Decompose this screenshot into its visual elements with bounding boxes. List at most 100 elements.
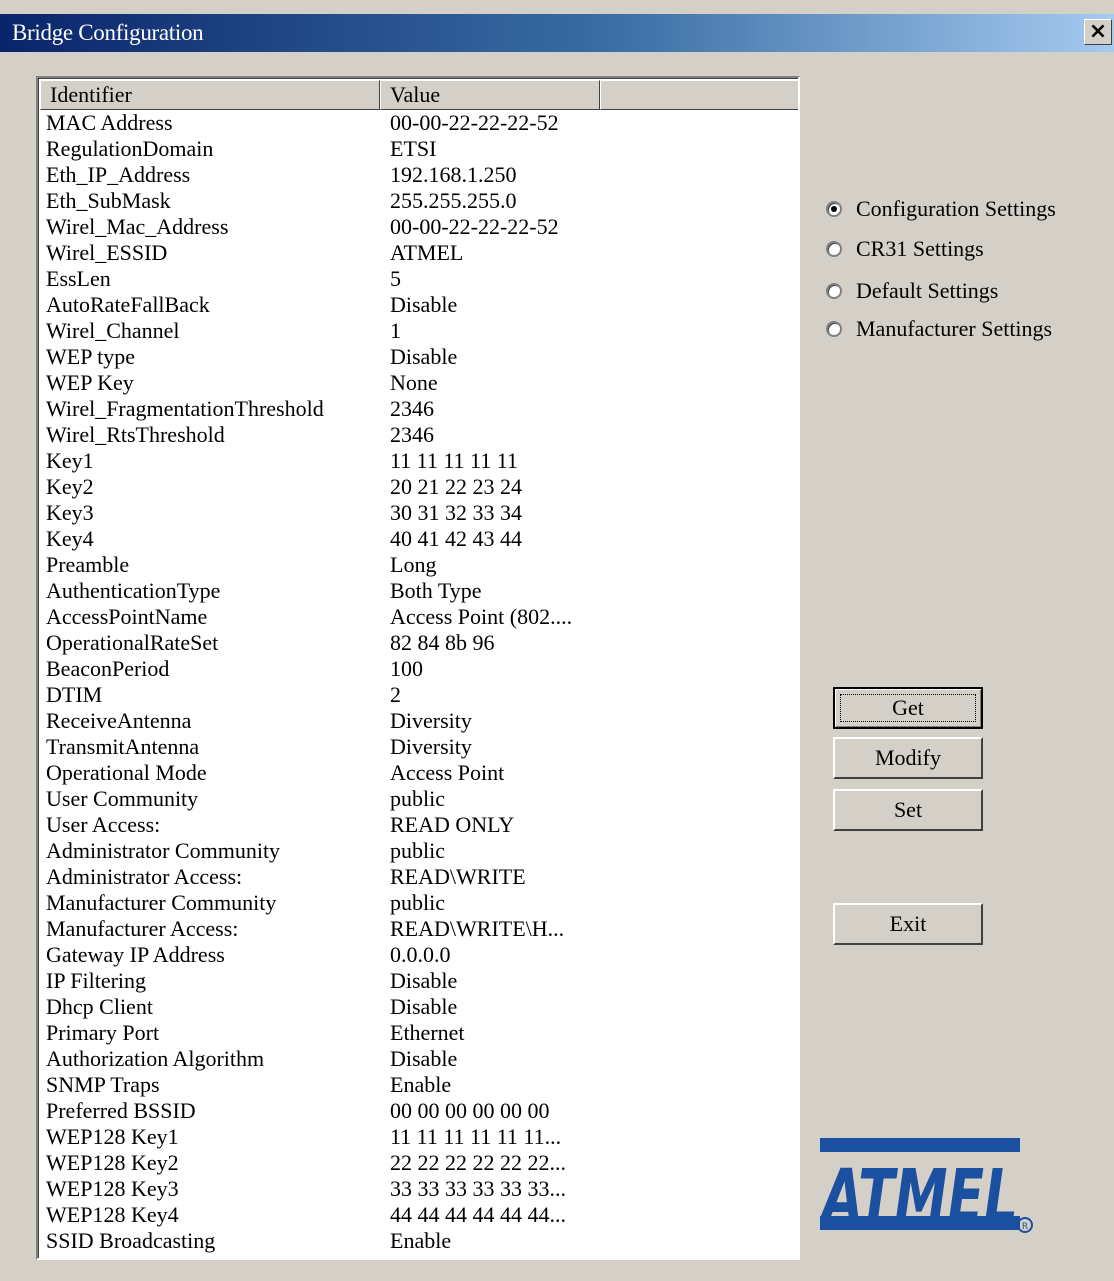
list-item-value: public: [390, 890, 445, 915]
radio-cr31-settings[interactable]: CR31 Settings: [826, 236, 984, 262]
list-item[interactable]: WEP128 Key2 22 22 22 22 22 22...: [38, 1150, 798, 1176]
list-item[interactable]: WEP128 Key3 33 33 33 33 33 33...: [38, 1176, 798, 1202]
list-item-identifier: User Access:: [46, 812, 161, 837]
list-item-identifier: Gateway IP Address: [46, 942, 225, 967]
get-button[interactable]: Get: [833, 687, 983, 729]
list-item[interactable]: Operational Mode Access Point: [38, 760, 798, 786]
list-item-value: public: [390, 838, 445, 863]
radio-default-settings[interactable]: Default Settings: [826, 278, 998, 304]
list-item[interactable]: OperationalRateSet 82 84 8b 96: [38, 630, 798, 656]
list-item-value: 00-00-22-22-22-52: [390, 214, 559, 239]
list-item-identifier: TransmitAntenna: [46, 734, 200, 759]
list-item-value: Disable: [390, 344, 458, 369]
title-bar[interactable]: Bridge Configuration ×: [0, 14, 1114, 52]
list-item-value: 33 33 33 33 33 33...: [390, 1176, 566, 1201]
list-item[interactable]: ReceiveAntenna Diversity: [38, 708, 798, 734]
list-item[interactable]: Primary Port Ethernet: [38, 1020, 798, 1046]
radio-button-icon: [826, 321, 842, 337]
set-button[interactable]: Set: [833, 789, 983, 831]
list-item[interactable]: Key1 11 11 11 11 11: [38, 448, 798, 474]
list-item-identifier: Wirel_Channel: [46, 318, 180, 343]
list-item-value: Disable: [390, 994, 458, 1019]
list-item-identifier: Key4: [46, 526, 94, 551]
list-item[interactable]: Wirel_RtsThreshold 2346: [38, 422, 798, 448]
list-item[interactable]: Authorization Algorithm Disable: [38, 1046, 798, 1072]
list-item[interactable]: AuthenticationType Both Type: [38, 578, 798, 604]
list-item[interactable]: EssLen 5: [38, 266, 798, 292]
close-button[interactable]: ×: [1084, 19, 1112, 45]
list-item[interactable]: MAC Address 00-00-22-22-22-52: [38, 110, 798, 136]
list-item[interactable]: Wirel_FragmentationThreshold 2346: [38, 396, 798, 422]
list-item[interactable]: Wirel_Channel 1: [38, 318, 798, 344]
list-item-identifier: BeaconPeriod: [46, 656, 170, 681]
list-item[interactable]: Preferred BSSID 00 00 00 00 00 00: [38, 1098, 798, 1124]
list-item[interactable]: SSID Broadcasting Enable: [38, 1228, 798, 1254]
list-item[interactable]: RegulationDomain ETSI: [38, 136, 798, 162]
list-item-identifier: DTIM: [46, 682, 103, 707]
list-item-value: READ\WRITE\H...: [390, 916, 565, 941]
list-item[interactable]: Key2 20 21 22 23 24: [38, 474, 798, 500]
list-item[interactable]: Preamble Long: [38, 552, 798, 578]
list-item-identifier: WEP128 Key4: [46, 1202, 179, 1227]
list-item-value: 11 11 11 11 11 11...: [390, 1124, 562, 1149]
radio-configuration-settings[interactable]: Configuration Settings: [826, 196, 1056, 222]
exit-button-label: Exit: [889, 911, 927, 936]
list-item-value: 40 41 42 43 44: [390, 526, 522, 551]
list-item[interactable]: Administrator Community public: [38, 838, 798, 864]
list-item-identifier: Preamble: [46, 552, 130, 577]
radio-manufacturer-settings[interactable]: Manufacturer Settings: [826, 316, 1052, 342]
list-item-value: READ\WRITE: [390, 864, 526, 889]
list-item-identifier: Wirel_ESSID: [46, 240, 168, 265]
list-item-value: Ethernet: [390, 1020, 465, 1045]
radio-label: Default Settings: [856, 278, 999, 303]
list-item-value: 255.255.255.0: [390, 188, 517, 213]
radio-label: CR31 Settings: [856, 236, 984, 261]
list-item[interactable]: Manufacturer Access: READ\WRITE\H...: [38, 916, 798, 942]
list-item-value: 0.0.0.0: [390, 942, 451, 967]
column-header-value[interactable]: Value: [380, 80, 600, 110]
list-item[interactable]: Eth_SubMask 255.255.255.0: [38, 188, 798, 214]
list-item[interactable]: AccessPointName Access Point (802....: [38, 604, 798, 630]
list-item-value: 22 22 22 22 22 22...: [390, 1150, 566, 1175]
configuration-list[interactable]: Identifier Value MAC Address 00-00-22-22-…: [36, 76, 800, 1260]
list-item-value: 11 11 11 11 11: [390, 448, 518, 473]
list-item-identifier: Eth_IP_Address: [46, 162, 191, 187]
modify-button-label: Modify: [875, 745, 941, 770]
list-item-identifier: SNMP Traps: [46, 1072, 160, 1097]
list-item[interactable]: User Community public: [38, 786, 798, 812]
radio-button-icon: [826, 201, 842, 217]
list-item[interactable]: Eth_IP_Address 192.168.1.250: [38, 162, 798, 188]
column-header-identifier[interactable]: Identifier: [40, 80, 380, 110]
list-item-identifier: WEP Key: [46, 370, 134, 395]
list-item-identifier: Key1: [46, 448, 94, 473]
list-item[interactable]: DTIM 2: [38, 682, 798, 708]
list-item[interactable]: Wirel_ESSID ATMEL: [38, 240, 798, 266]
list-item[interactable]: WEP Key None: [38, 370, 798, 396]
list-item-identifier: WEP128 Key3: [46, 1176, 179, 1201]
list-item[interactable]: Manufacturer Community public: [38, 890, 798, 916]
radio-button-icon: [826, 283, 842, 299]
list-item[interactable]: Key4 40 41 42 43 44: [38, 526, 798, 552]
list-item[interactable]: WEP128 Key4 44 44 44 44 44 44...: [38, 1202, 798, 1228]
list-item[interactable]: SNMP Traps Enable: [38, 1072, 798, 1098]
list-item[interactable]: AutoRateFallBack Disable: [38, 292, 798, 318]
list-item[interactable]: Gateway IP Address 0.0.0.0: [38, 942, 798, 968]
list-item[interactable]: BeaconPeriod 100: [38, 656, 798, 682]
list-item-identifier: Key2: [46, 474, 94, 499]
list-item[interactable]: User Access: READ ONLY: [38, 812, 798, 838]
list-item[interactable]: IP Filtering Disable: [38, 968, 798, 994]
list-item-identifier: IP Filtering: [46, 968, 147, 993]
list-item[interactable]: Wirel_Mac_Address 00-00-22-22-22-52: [38, 214, 798, 240]
list-item-identifier: Administrator Community: [46, 838, 281, 863]
list-item-identifier: Manufacturer Community: [46, 890, 277, 915]
list-item[interactable]: WEP type Disable: [38, 344, 798, 370]
exit-button[interactable]: Exit: [833, 903, 983, 945]
list-item-value: 2: [390, 682, 401, 707]
list-item[interactable]: Key3 30 31 32 33 34: [38, 500, 798, 526]
list-item[interactable]: TransmitAntenna Diversity: [38, 734, 798, 760]
list-item[interactable]: Administrator Access: READ\WRITE: [38, 864, 798, 890]
list-item-value: Enable: [390, 1228, 452, 1253]
modify-button[interactable]: Modify: [833, 737, 983, 779]
list-item[interactable]: WEP128 Key1 11 11 11 11 11 11...: [38, 1124, 798, 1150]
list-item[interactable]: Dhcp Client Disable: [38, 994, 798, 1020]
